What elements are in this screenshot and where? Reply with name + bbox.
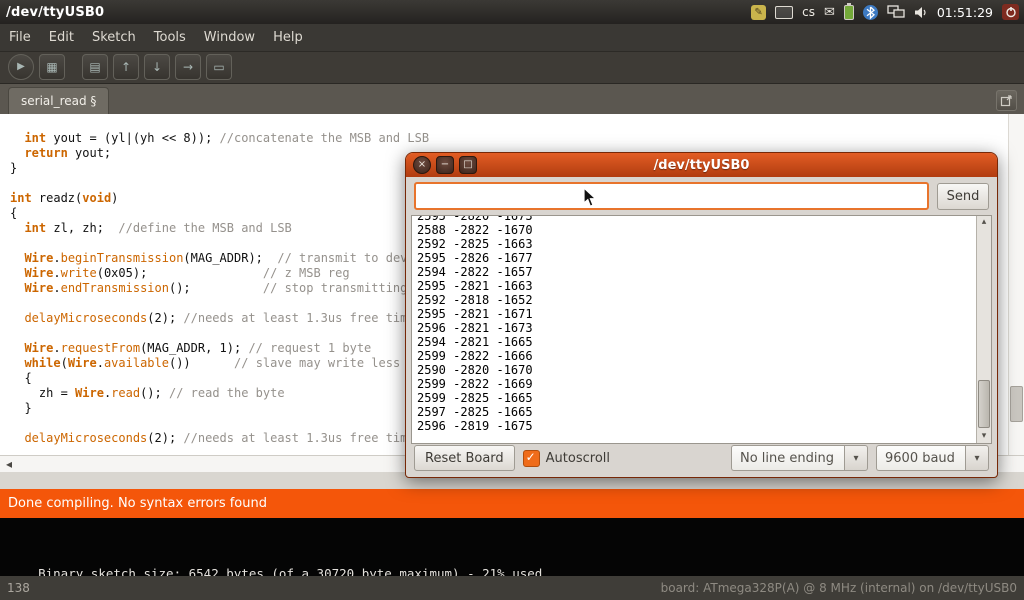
- serial-output-line: 2599 -2822 -1666: [417, 349, 973, 363]
- line-ending-select[interactable]: No line ending: [731, 445, 868, 471]
- maximize-icon[interactable]: □: [459, 156, 477, 174]
- serial-output-line: 2597 -2825 -1665: [417, 405, 973, 419]
- serial-monitor-controls: Reset Board Autoscroll No line ending 96…: [414, 444, 989, 472]
- baud-rate-value: 9600 baud: [876, 445, 965, 471]
- menu-item-help[interactable]: Help: [264, 24, 312, 51]
- menu-item-sketch[interactable]: Sketch: [83, 24, 145, 51]
- line-ending-value: No line ending: [731, 445, 844, 471]
- menu-item-tools[interactable]: Tools: [145, 24, 195, 51]
- save-button[interactable]: ↓: [144, 54, 170, 80]
- tab-bar: serial_read §: [0, 84, 1024, 114]
- scroll-down-icon[interactable]: ▾: [977, 430, 991, 443]
- upload-button[interactable]: →: [175, 54, 201, 80]
- serial-output-line: 2590 -2820 -1670: [417, 363, 973, 377]
- serial-output-line: 2595 -2821 -1663: [417, 279, 973, 293]
- autoscroll-label: Autoscroll: [546, 451, 610, 466]
- stop-button[interactable]: ▦: [39, 54, 65, 80]
- serial-output-line: 2595 -2820 -1673: [417, 215, 973, 223]
- network-icon[interactable]: [887, 5, 905, 19]
- serial-output-area[interactable]: 2595 -2820 -16732588 -2822 -16702592 -28…: [411, 215, 992, 444]
- serial-input-row: Send: [414, 182, 989, 210]
- minimize-icon[interactable]: −: [436, 156, 454, 174]
- serial-monitor-button[interactable]: ▭: [206, 54, 232, 80]
- cursor-line-number: 138: [7, 581, 30, 595]
- serial-output-line: 2596 -2819 -1675: [417, 419, 973, 433]
- session-menu-icon[interactable]: [1002, 4, 1019, 20]
- chevron-down-icon[interactable]: [965, 445, 989, 471]
- serial-output-line: 2592 -2818 -1652: [417, 293, 973, 307]
- compile-status-text: Done compiling. No syntax errors found: [8, 496, 267, 511]
- board-info: board: ATmega328P(A) @ 8 MHz (internal) …: [661, 581, 1017, 595]
- serial-output-line: 2599 -2825 -1665: [417, 391, 973, 405]
- verify-button[interactable]: ▶: [8, 54, 34, 80]
- serial-output-line: 2595 -2826 -1677: [417, 251, 973, 265]
- code-line: int yout = (yl|(yh << 8)); //concatenate…: [10, 131, 1024, 146]
- serial-output-line: 2596 -2821 -1673: [417, 321, 973, 335]
- bluetooth-icon[interactable]: [863, 5, 878, 20]
- scroll-up-icon[interactable]: ▴: [977, 216, 991, 229]
- autoscroll-checkbox[interactable]: [523, 450, 540, 467]
- serial-output-line: 2594 -2821 -1665: [417, 335, 973, 349]
- close-icon[interactable]: ×: [413, 156, 431, 174]
- window-title: /dev/ttyUSB0: [6, 5, 104, 20]
- open-button[interactable]: ↑: [113, 54, 139, 80]
- serial-output-line: 2594 -2822 -1657: [417, 265, 973, 279]
- volume-icon[interactable]: [914, 6, 928, 19]
- baud-rate-select[interactable]: 9600 baud: [876, 445, 989, 471]
- mouse-cursor: [583, 187, 597, 208]
- serial-output: 2595 -2820 -16732588 -2822 -16702592 -28…: [417, 215, 973, 433]
- keyboard-layout-label[interactable]: cs: [802, 5, 815, 19]
- serial-output-line: 2595 -2821 -1671: [417, 307, 973, 321]
- status-footer: 138 board: ATmega328P(A) @ 8 MHz (intern…: [0, 576, 1024, 600]
- clock[interactable]: 01:51:29: [937, 5, 993, 20]
- notes-icon[interactable]: ✎: [751, 5, 766, 20]
- editor-vertical-scrollbar[interactable]: [1008, 114, 1024, 455]
- serial-input[interactable]: [414, 182, 929, 210]
- mail-icon[interactable]: ✉: [824, 6, 835, 19]
- serial-scrollbar[interactable]: ▴ ▾: [976, 216, 991, 443]
- serial-monitor-title: /dev/ttyUSB0: [406, 158, 997, 173]
- window-controls: × − □: [413, 156, 477, 174]
- compile-status-bar: Done compiling. No syntax errors found: [0, 489, 1024, 518]
- reset-board-button[interactable]: Reset Board: [414, 445, 515, 471]
- autoscroll-option[interactable]: Autoscroll: [523, 450, 610, 467]
- serial-output-line: 2592 -2825 -1663: [417, 237, 973, 251]
- scrollbar-thumb[interactable]: [978, 380, 990, 428]
- keyboard-layout-icon[interactable]: [775, 6, 793, 19]
- serial-output-line: 2588 -2822 -1670: [417, 223, 973, 237]
- build-console: Binary sketch size: 6542 bytes (of a 307…: [0, 518, 1024, 576]
- menu-bar: FileEditSketchToolsWindowHelp: [0, 24, 1024, 52]
- system-tray: ✎ cs ✉ 01:51:29: [751, 4, 1019, 20]
- tab-serial-read[interactable]: serial_read §: [8, 87, 109, 114]
- screen: /dev/ttyUSB0 ✎ cs ✉ 01:51:29 FileEditSke…: [0, 0, 1024, 600]
- toolbar: ▶▦ ▤↑↓→▭: [0, 51, 1024, 84]
- new-sketch-button[interactable]: ▤: [82, 54, 108, 80]
- tab-label: serial_read §: [21, 94, 96, 108]
- send-button[interactable]: Send: [937, 183, 989, 210]
- battery-icon[interactable]: [844, 5, 854, 20]
- serial-monitor-window: × − □ /dev/ttyUSB0 Send 2595 -2820 -1673…: [405, 152, 998, 478]
- tab-menu-button[interactable]: [996, 90, 1017, 111]
- serial-output-line: 2599 -2822 -1669: [417, 377, 973, 391]
- serial-monitor-titlebar[interactable]: × − □ /dev/ttyUSB0: [406, 153, 997, 177]
- scrollbar-thumb[interactable]: [1010, 386, 1023, 422]
- menu-item-window[interactable]: Window: [195, 24, 264, 51]
- desktop-panel: /dev/ttyUSB0 ✎ cs ✉ 01:51:29: [0, 0, 1024, 24]
- chevron-down-icon[interactable]: [844, 445, 868, 471]
- menu-item-edit[interactable]: Edit: [40, 24, 83, 51]
- menu-item-file[interactable]: File: [0, 24, 40, 51]
